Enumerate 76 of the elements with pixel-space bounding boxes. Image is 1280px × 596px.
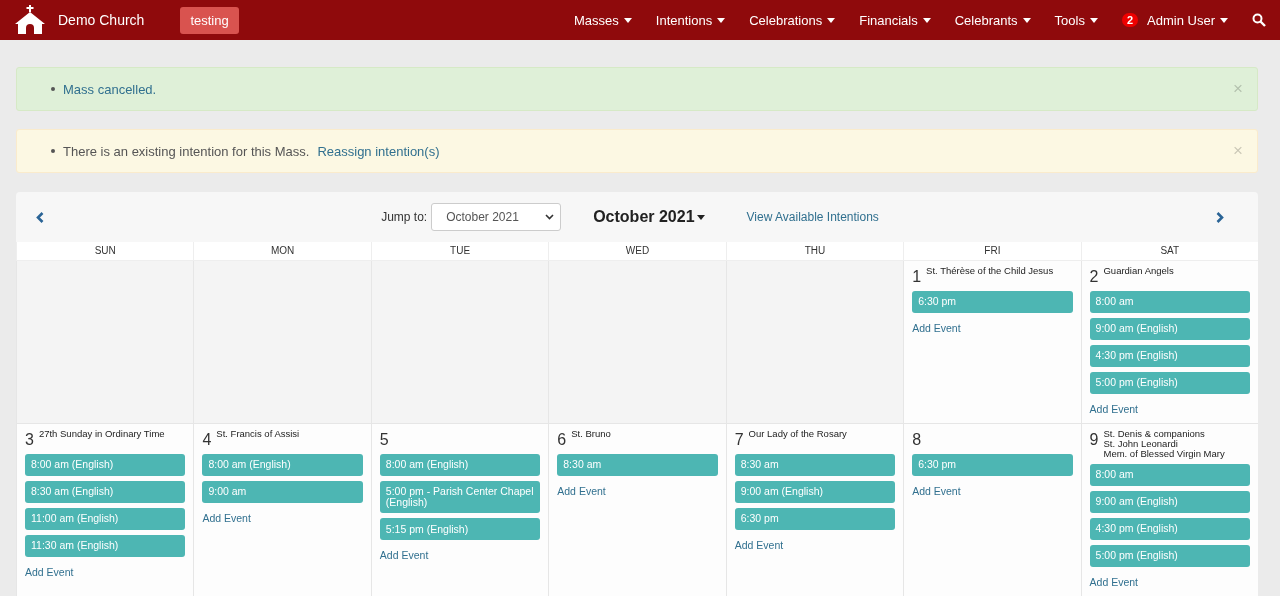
nav-menu[interactable]: Tools: [1042, 0, 1110, 40]
weekday-header: MON: [193, 242, 371, 261]
day-number: 1: [912, 269, 922, 285]
close-button[interactable]: ×: [1233, 79, 1243, 99]
feast-name: St. Bruno: [571, 429, 611, 439]
add-event-link[interactable]: Add Event: [1089, 403, 1138, 415]
view-intentions-link[interactable]: View Available Intentions: [746, 210, 879, 224]
mass-event[interactable]: 5:00 pm (English): [1089, 372, 1250, 394]
day-number: 3: [25, 432, 34, 448]
alert-text: Mass cancelled.: [63, 81, 157, 97]
weekday-header: FRI: [903, 242, 1081, 261]
feast-name: St. Denis & companions: [1103, 429, 1206, 439]
add-event-link[interactable]: Add Event: [912, 485, 961, 497]
weekday-header: THU: [725, 242, 904, 261]
mass-event[interactable]: 11:30 am (English): [25, 535, 186, 557]
jump-label: Jump to:: [381, 210, 428, 224]
feast-name: St. John Leonardi: [1103, 438, 1178, 449]
alert-text: There is an existing intention for this Mass.: [63, 143, 310, 159]
mass-event[interactable]: 8:30 am: [734, 454, 896, 476]
day-number: 5: [379, 432, 389, 448]
day-number: 9: [1089, 432, 1099, 448]
mass-event[interactable]: 9:00 am (English): [1089, 318, 1250, 340]
day-number: 8: [912, 432, 922, 448]
mass-event[interactable]: 6:30 pm: [734, 508, 896, 530]
weekday-header: TUE: [370, 242, 549, 261]
weekday-header: SAT: [1080, 242, 1258, 261]
mass-event[interactable]: 4:30 pm (English): [1089, 517, 1250, 540]
month-select[interactable]: October 2021: [431, 203, 562, 231]
environment-badge: testing: [180, 6, 239, 34]
feast-name: Our Lady of the Rosary: [748, 429, 847, 439]
add-event-link[interactable]: Add Event: [25, 566, 74, 578]
user-menu[interactable]: Admin User: [1147, 12, 1228, 28]
mass-event[interactable]: 8:00 am: [1089, 291, 1250, 313]
feast-name: St. Thérèse of the Child Jesus: [926, 266, 1054, 276]
mass-event[interactable]: 8:30 am: [557, 454, 718, 476]
mass-event[interactable]: 8:00 am (English): [379, 454, 541, 476]
nav-menu[interactable]: Intentions: [643, 0, 738, 40]
reassign-link[interactable]: Reassign intention(s): [317, 143, 440, 159]
feast-name: Guardian Angels: [1103, 266, 1174, 276]
mass-event[interactable]: 5:00 pm - Parish Center Chapel (English): [379, 481, 541, 514]
add-event-link[interactable]: Add Event: [734, 539, 784, 551]
add-event-link[interactable]: Add Event: [557, 485, 606, 497]
mass-event[interactable]: 8:30 am (English): [25, 481, 186, 503]
day-number: 6: [557, 432, 567, 448]
mass-event[interactable]: 5:00 pm (English): [1089, 544, 1250, 567]
mass-event[interactable]: 6:30 pm: [912, 291, 1073, 313]
mass-event[interactable]: 8:00 am (English): [25, 454, 186, 476]
nav-menu[interactable]: Celebrations: [737, 0, 848, 40]
close-button[interactable]: ×: [1233, 141, 1243, 161]
day-number: 2: [1089, 269, 1099, 285]
brand-name[interactable]: Demo Church: [58, 12, 145, 28]
nav-menu[interactable]: Financials: [847, 0, 943, 40]
month-title[interactable]: October 2021: [593, 208, 705, 226]
nav-menu[interactable]: Masses: [562, 0, 644, 40]
mass-event[interactable]: 6:30 pm: [912, 454, 1073, 476]
notification-badge: 2: [1121, 13, 1139, 27]
mass-event[interactable]: 11:00 am (English): [25, 508, 186, 530]
nav-menu[interactable]: Celebrants: [942, 0, 1043, 40]
feast-name: St. Francis of Assisi: [216, 429, 300, 439]
feast-name: Mem. of Blessed Virgin Mary: [1103, 448, 1225, 459]
day-number: 4: [202, 432, 212, 448]
weekday-header: WED: [548, 242, 726, 261]
day-number: 7: [734, 432, 744, 448]
mass-event[interactable]: 9:00 am (English): [1089, 490, 1250, 513]
mass-event[interactable]: 8:00 am (English): [202, 454, 363, 476]
mass-event[interactable]: 9:00 am: [202, 481, 363, 503]
mass-event[interactable]: 8:00 am: [1089, 463, 1250, 486]
feast-name: 27th Sunday in Ordinary Time: [38, 429, 165, 439]
add-event-link[interactable]: Add Event: [379, 549, 429, 562]
mass-event[interactable]: 9:00 am (English): [734, 481, 896, 503]
add-event-link[interactable]: Add Event: [912, 322, 961, 334]
mass-event[interactable]: 5:15 pm (English): [379, 518, 541, 541]
add-event-link[interactable]: Add Event: [202, 512, 251, 524]
add-event-link[interactable]: Add Event: [1089, 575, 1138, 588]
weekday-header: SUN: [16, 242, 194, 261]
mass-event[interactable]: 4:30 pm (English): [1089, 345, 1250, 367]
